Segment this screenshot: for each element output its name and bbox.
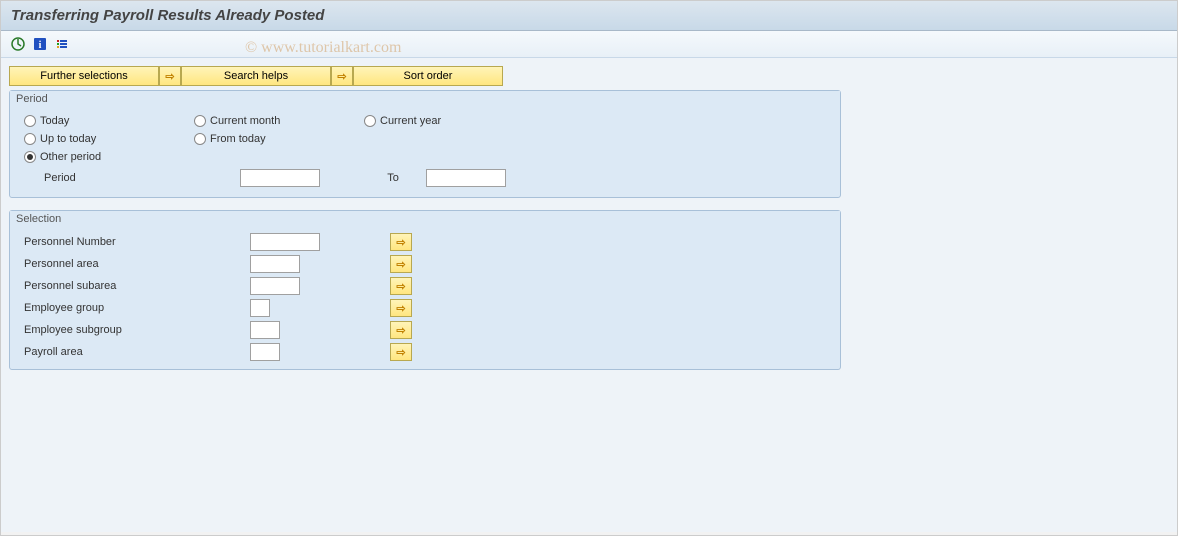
- label-today: Today: [40, 115, 69, 127]
- selection-row: Employee group ⇨: [24, 297, 830, 319]
- arrow-right-icon: ⇨: [396, 302, 405, 315]
- selection-input[interactable]: [250, 233, 320, 251]
- svg-text:i: i: [39, 40, 42, 51]
- selection-label: Employee subgroup: [24, 324, 250, 336]
- period-group-title: Period: [10, 91, 840, 107]
- toolbar: i: [1, 31, 1177, 58]
- search-helps-arrow-button[interactable]: ⇨: [159, 66, 181, 86]
- selection-row: Personnel subarea ⇨: [24, 275, 830, 297]
- execute-icon[interactable]: [9, 35, 27, 53]
- selection-input[interactable]: [250, 343, 280, 361]
- label-to: To: [370, 172, 416, 184]
- radio-other-period[interactable]: [24, 151, 36, 163]
- radio-current-year[interactable]: [364, 115, 376, 127]
- further-selections-button[interactable]: Further selections: [9, 66, 159, 86]
- action-button-row: Further selections ⇨ Search helps ⇨ Sort…: [9, 66, 1169, 86]
- period-group: Period Today Current month Current year …: [9, 90, 841, 198]
- selection-label: Personnel Number: [24, 236, 250, 248]
- label-up-to-today: Up to today: [40, 133, 96, 145]
- period-to-input[interactable]: [426, 169, 506, 187]
- sort-order-button[interactable]: Sort order: [353, 66, 503, 86]
- search-helps-button[interactable]: Search helps: [181, 66, 331, 86]
- radio-current-month[interactable]: [194, 115, 206, 127]
- selection-label: Personnel subarea: [24, 280, 250, 292]
- selection-input[interactable]: [250, 255, 300, 273]
- arrow-right-icon: ⇨: [396, 258, 405, 271]
- label-current-year: Current year: [380, 115, 441, 127]
- label-from-today: From today: [210, 133, 266, 145]
- selection-label: Employee group: [24, 302, 250, 314]
- period-from-input[interactable]: [240, 169, 320, 187]
- label-period: Period: [44, 172, 230, 184]
- title-bar: Transferring Payroll Results Already Pos…: [1, 1, 1177, 31]
- selection-label: Payroll area: [24, 346, 250, 358]
- selection-group-title: Selection: [10, 211, 840, 227]
- multiple-selection-button[interactable]: ⇨: [390, 321, 412, 339]
- multiple-selection-button[interactable]: ⇨: [390, 343, 412, 361]
- selection-input[interactable]: [250, 321, 280, 339]
- multiple-selection-button[interactable]: ⇨: [390, 277, 412, 295]
- arrow-right-icon: ⇨: [396, 236, 405, 249]
- selection-row: Payroll area ⇨: [24, 341, 830, 363]
- arrow-right-icon: ⇨: [396, 324, 405, 337]
- selection-group: Selection Personnel Number⇨Personnel are…: [9, 210, 841, 370]
- selection-input[interactable]: [250, 299, 270, 317]
- radio-from-today[interactable]: [194, 133, 206, 145]
- selection-row: Personnel Number ⇨: [24, 231, 830, 253]
- label-other-period: Other period: [40, 151, 101, 163]
- sort-order-arrow-button[interactable]: ⇨: [331, 66, 353, 86]
- arrow-right-icon: ⇨: [396, 280, 405, 293]
- multiple-selection-button[interactable]: ⇨: [390, 255, 412, 273]
- arrow-right-icon: ⇨: [337, 70, 346, 83]
- main-area: Further selections ⇨ Search helps ⇨ Sort…: [1, 58, 1177, 532]
- page-title: Transferring Payroll Results Already Pos…: [11, 7, 324, 24]
- selection-row: Personnel area ⇨: [24, 253, 830, 275]
- arrow-right-icon: ⇨: [165, 70, 174, 83]
- selection-input[interactable]: [250, 277, 300, 295]
- selection-row: Employee subgroup ⇨: [24, 319, 830, 341]
- arrow-right-icon: ⇨: [396, 346, 405, 359]
- info-icon[interactable]: i: [31, 35, 49, 53]
- radio-today[interactable]: [24, 115, 36, 127]
- label-current-month: Current month: [210, 115, 280, 127]
- multiple-selection-button[interactable]: ⇨: [390, 233, 412, 251]
- list-icon[interactable]: [53, 35, 71, 53]
- selection-label: Personnel area: [24, 258, 250, 270]
- radio-up-to-today[interactable]: [24, 133, 36, 145]
- multiple-selection-button[interactable]: ⇨: [390, 299, 412, 317]
